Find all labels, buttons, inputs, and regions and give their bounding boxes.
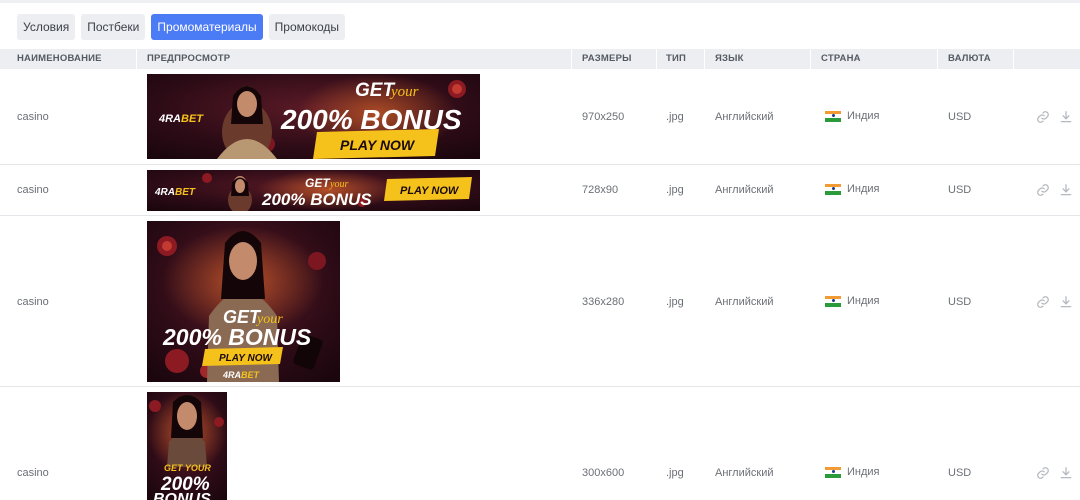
banner-preview-728x90[interactable]: 4RABET GET your 200% BONUS PLAY NOW [147,170,480,211]
row-type: .jpg [666,184,684,196]
table-row: casino GET your 200% BONUS PLAY NOW 4RAB… [0,216,1080,387]
india-flag-icon [825,110,841,122]
column-divider [136,49,137,69]
column-divider [571,49,572,69]
row-size: 970x250 [582,111,625,123]
row-country-label: Индия [847,295,880,307]
row-country: Индия [825,110,880,122]
column-divider [656,49,657,69]
svg-text:4RABET: 4RABET [154,187,196,198]
header-currency[interactable]: ВАЛЮТА [948,49,991,69]
column-divider [704,49,705,69]
row-country-label: Индия [847,466,880,478]
row-name: casino [17,296,49,308]
banner-preview-970x250[interactable]: 4RABET GET your 200% BONUS PLAY NOW [147,74,480,159]
header-name[interactable]: НАИМЕНОВАНИЕ [17,49,102,69]
row-country-label: Индия [847,110,880,122]
column-divider [1013,49,1014,69]
row-country-label: Индия [847,183,880,195]
link-icon[interactable] [1036,295,1050,309]
row-currency: USD [948,111,972,123]
row-language: Английский [715,467,774,479]
tab-promo-materials[interactable]: Промоматериалы [151,14,263,40]
row-language: Английский [715,184,774,196]
header-preview[interactable]: ПРЕДПРОСМОТР [147,49,230,69]
row-name: casino [17,184,49,196]
row-currency: USD [948,184,972,196]
row-language: Английский [715,111,774,123]
row-country: Индия [825,183,880,195]
download-icon[interactable] [1059,466,1073,480]
table-row: casino 4RABET GET your 200% BONUS PLAY N… [0,69,1080,165]
column-divider [810,49,811,69]
table-row: casino 4RABET GET your 200% BONUS PLAY N… [0,165,1080,216]
table-header: НАИМЕНОВАНИЕ ПРЕДПРОСМОТР РАЗМЕРЫ ТИП ЯЗ… [0,49,1080,69]
top-divider [0,0,1080,3]
svg-text:4RABET: 4RABET [222,370,261,380]
link-icon[interactable] [1036,183,1050,197]
svg-text:4RABET: 4RABET [158,113,204,125]
svg-text:200% BONUS: 200% BONUS [261,190,372,209]
banner-preview-300x600[interactable]: GET YOUR 200% BONUS [147,392,227,500]
tab-conditions[interactable]: Условия [17,14,76,40]
header-language[interactable]: ЯЗЫК [715,49,744,69]
tab-promo-codes[interactable]: Промокоды [268,14,345,40]
svg-text:PLAY NOW: PLAY NOW [340,137,416,153]
row-language: Английский [715,296,774,308]
tab-postbacks[interactable]: Постбеки [81,14,146,40]
link-icon[interactable] [1036,110,1050,124]
column-divider [937,49,938,69]
row-size: 300x600 [582,467,625,479]
download-icon[interactable] [1059,110,1073,124]
row-name: casino [17,467,49,479]
row-type: .jpg [666,111,684,123]
svg-text:your: your [329,179,348,190]
row-currency: USD [948,296,972,308]
svg-text:BONUS: BONUS [153,491,211,500]
india-flag-icon [825,295,841,307]
table-row: casino GET YOUR 200% BONUS 300x600 .jpg … [0,387,1080,500]
row-type: .jpg [666,467,684,479]
header-type[interactable]: ТИП [666,49,686,69]
download-icon[interactable] [1059,183,1073,197]
row-country: Индия [825,295,880,307]
svg-text:your: your [389,84,419,100]
header-sizes[interactable]: РАЗМЕРЫ [582,49,632,69]
link-icon[interactable] [1036,466,1050,480]
svg-text:200% BONUS: 200% BONUS [162,324,312,350]
banner-preview-336x280[interactable]: GET your 200% BONUS PLAY NOW 4RABET [147,221,340,382]
svg-text:GET: GET [355,80,395,101]
svg-text:GET: GET [305,176,331,190]
svg-text:PLAY NOW: PLAY NOW [219,353,274,364]
india-flag-icon [825,466,841,478]
row-size: 336x280 [582,296,625,308]
row-currency: USD [948,467,972,479]
download-icon[interactable] [1059,295,1073,309]
svg-text:PLAY NOW: PLAY NOW [400,185,460,197]
svg-text:GET YOUR: GET YOUR [164,463,211,473]
row-size: 728x90 [582,184,619,196]
row-name: casino [17,111,49,123]
row-type: .jpg [666,296,684,308]
header-country[interactable]: СТРАНА [821,49,861,69]
tab-bar: Условия Постбеки Промоматериалы Промокод… [17,14,345,40]
row-country: Индия [825,466,880,478]
india-flag-icon [825,183,841,195]
